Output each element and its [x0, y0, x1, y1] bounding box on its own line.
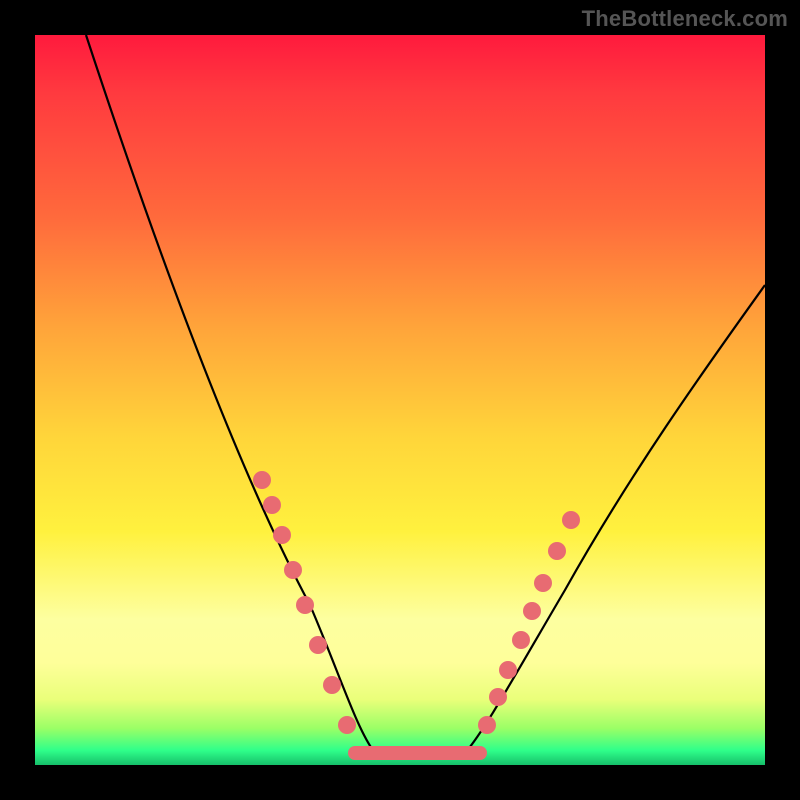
markers-left: [253, 471, 356, 734]
v-curve: [86, 35, 765, 753]
chart-svg: [35, 35, 765, 765]
chart-frame: TheBottleneck.com: [0, 0, 800, 800]
watermark-text: TheBottleneck.com: [582, 6, 788, 32]
plot-area: [35, 35, 765, 765]
markers-right: [478, 511, 580, 734]
